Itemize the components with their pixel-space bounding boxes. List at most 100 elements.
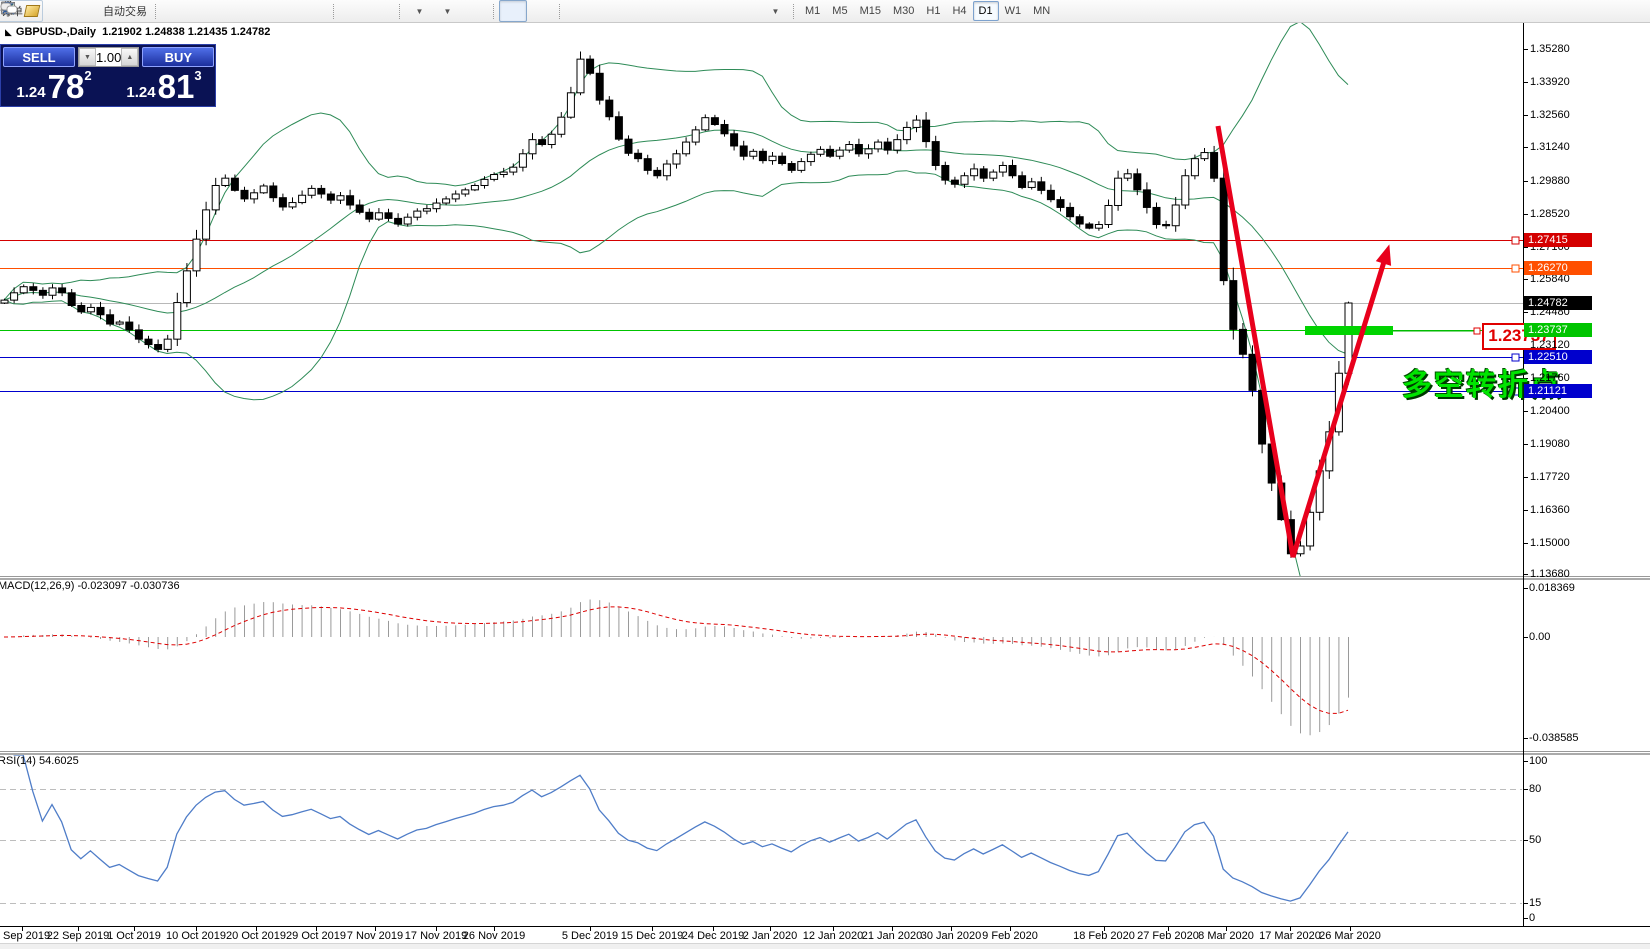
timeframe-button-M15[interactable]: M15 (854, 1, 887, 21)
auto-scroll-button[interactable] (339, 0, 367, 22)
date-axis-label: 8 Mar 2020 (1198, 930, 1254, 942)
rsi-line (14, 755, 1348, 901)
rsi-axis-tick: 0 (1529, 912, 1535, 924)
date-axis-label: 15 Dec 2019 (621, 930, 683, 942)
signal-button[interactable] (71, 0, 99, 22)
macd-layer (4, 600, 1349, 736)
collapse-trade-panel-icon[interactable]: ◣ (5, 27, 12, 37)
chart-shift-button[interactable] (367, 0, 395, 22)
profiles-button[interactable]: ▼ (433, 0, 461, 22)
bottom-strip (0, 943, 1650, 949)
rsi-axis-tick: 100 (1529, 755, 1547, 767)
crosshair-button[interactable] (527, 0, 555, 22)
toolbar-separator (333, 4, 335, 19)
timeframe-button-M30[interactable]: M30 (887, 1, 920, 21)
date-axis-label: 27 Feb 2020 (1137, 930, 1199, 942)
equidistant-channel-button[interactable]: E (649, 0, 677, 22)
new-order-label: 新订单 (0, 3, 23, 19)
volume-input[interactable]: 1.00 (96, 48, 121, 66)
sell-button[interactable]: SELL (3, 47, 75, 67)
zoom-out-button[interactable] (273, 0, 301, 22)
chart-settings-button[interactable] (461, 0, 489, 22)
new-order-button[interactable]: 新订单 (0, 0, 43, 22)
buy-price-big: 81 (158, 74, 195, 100)
mt4-terminal: 新订单 自动交易 (0, 0, 1650, 949)
candles-layer (1, 52, 1352, 558)
price-level-label: 1.26270 (1524, 261, 1592, 275)
volume-decrease-button[interactable]: ▼ (79, 48, 96, 66)
trendline-button[interactable] (621, 0, 649, 22)
level-lines (0, 237, 1523, 395)
one-click-trading-panel: SELL ▼ 1.00 ▲ BUY 1.24 78 2 1.24 81 3 (0, 44, 216, 107)
callout-anchor (1474, 328, 1480, 334)
chart-title: ◣GBPUSD-,Daily 1.21902 1.24838 1.21435 1… (5, 26, 270, 38)
price-level-label: 1.21121 (1524, 384, 1592, 398)
rsi-label: RSI(14) 54.6025 (0, 755, 79, 767)
tile-windows-button[interactable] (301, 0, 329, 22)
macd-axis-tick: -0.038585 (1529, 732, 1579, 744)
buy-button[interactable]: BUY (142, 47, 214, 67)
price-axis-tick: 1.28520 (1530, 208, 1570, 220)
toolbar-separator (793, 4, 795, 19)
date-axis-label: 1 Oct 2019 (107, 930, 161, 942)
price-axis-tick: 1.21760 (1530, 372, 1570, 384)
chevron-down-icon: ▼ (416, 7, 424, 16)
new-order-icon (24, 5, 41, 17)
toolbar-right-group (1588, 0, 1650, 22)
text-label-button[interactable]: T (733, 0, 761, 22)
cursor-button[interactable] (499, 0, 527, 22)
timeframe-button-M5[interactable]: M5 (826, 1, 853, 21)
top-toolbar: 新订单 自动交易 (0, 0, 1650, 23)
timeframe-button-H1[interactable]: H1 (920, 1, 946, 21)
macd-axis-tick: 0.018369 (1529, 582, 1575, 594)
date-axis-label: 29 Oct 2019 (286, 930, 346, 942)
rsi-axis-tick: 80 (1529, 783, 1541, 795)
line-chart-button[interactable] (217, 0, 245, 22)
chat-button[interactable] (1616, 0, 1644, 22)
vertical-line-button[interactable] (565, 0, 593, 22)
sell-price[interactable]: 1.24 78 2 (1, 67, 107, 105)
toolbar-separator (559, 4, 561, 19)
date-axis-label: 12 Jan 2020 (803, 930, 864, 942)
date-axis-label: 18 Feb 2020 (1073, 930, 1135, 942)
main-chart-layer (4, 22, 1348, 626)
horizontal-line-button[interactable] (593, 0, 621, 22)
bar-chart-button[interactable] (161, 0, 189, 22)
toolbar-separator (493, 4, 495, 19)
toolbar-separator (155, 4, 157, 19)
buy-price[interactable]: 1.24 81 3 (111, 67, 217, 105)
date-axis-label: 22 Sep 2019 (47, 930, 109, 942)
price-level-label: 1.22510 (1524, 350, 1592, 364)
timeframe-button-W1[interactable]: W1 (999, 1, 1028, 21)
volume-increase-button[interactable]: ▲ (121, 48, 138, 66)
price-axis-tick: 1.16360 (1530, 504, 1570, 516)
timeframe-button-H4[interactable]: H4 (946, 1, 972, 21)
rsi-layer (0, 755, 1523, 904)
chevron-down-icon: ▼ (444, 7, 452, 16)
price-axis-tick: 1.17720 (1530, 471, 1570, 483)
price-axis-tick: 1.20400 (1530, 405, 1570, 417)
price-axis-tick: 1.15000 (1530, 537, 1570, 549)
timeframe-button-M1[interactable]: M1 (799, 1, 826, 21)
terminal-button[interactable] (43, 0, 71, 22)
text-button[interactable]: A (705, 0, 733, 22)
date-axis-label: 7 Nov 2019 (347, 930, 403, 942)
date-axis-label: 20 Oct 2019 (226, 930, 286, 942)
candlestick-chart-button[interactable] (189, 0, 217, 22)
price-axis-tick: 1.19080 (1530, 438, 1570, 450)
chart-canvas[interactable] (0, 0, 1650, 949)
zoom-in-button[interactable] (245, 0, 273, 22)
autotrading-button[interactable]: 自动交易 (99, 0, 151, 22)
autotrading-label: 自动交易 (103, 3, 147, 19)
timeframe-toolbar: M1M5M15M30H1H4D1W1MN (799, 1, 1056, 21)
fibonacci-button[interactable]: F (677, 0, 705, 22)
timeframe-button-MN[interactable]: MN (1027, 1, 1056, 21)
new-chart-button[interactable]: ▼ (405, 0, 433, 22)
arrows-button[interactable]: ▼ (761, 0, 789, 22)
price-axis-tick: 1.31240 (1530, 141, 1570, 153)
date-axis-label: 10 Oct 2019 (166, 930, 226, 942)
price-axis-tick: 1.13680 (1530, 568, 1570, 580)
search-button[interactable] (1588, 0, 1616, 22)
timeframe-button-D1[interactable]: D1 (973, 1, 999, 21)
date-axis-label: 26 Mar 2020 (1319, 930, 1381, 942)
